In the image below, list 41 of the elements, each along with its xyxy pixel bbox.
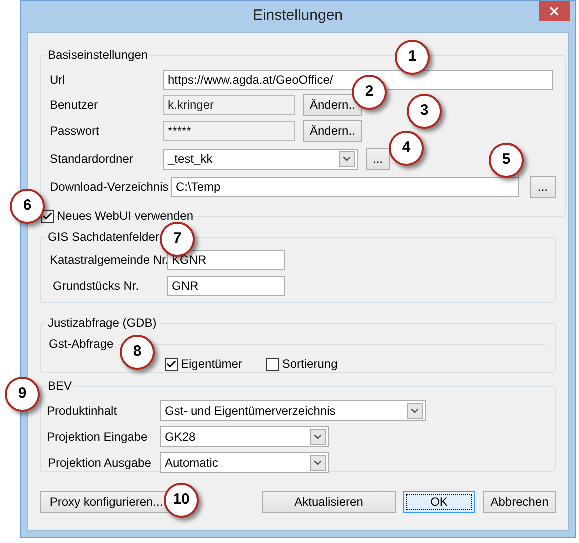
numbered-callout: 9 <box>5 377 40 412</box>
group-title: Justizabfrage (GDB) <box>48 316 157 330</box>
close-icon <box>548 4 561 18</box>
field-label: Download-Verzeichnis <box>50 179 170 196</box>
dropdown[interactable]: Gst- und Eigentümerverzeichnis <box>160 400 426 421</box>
dropdown[interactable]: Automatic <box>160 452 329 473</box>
text-field[interactable]: GNR <box>167 276 285 296</box>
field-label: Eigentümer <box>181 356 242 373</box>
field-label: Url <box>50 72 66 89</box>
button[interactable]: Aktualisieren <box>262 491 396 513</box>
text-field[interactable]: ***** <box>163 121 295 141</box>
checkbox[interactable] <box>266 358 280 370</box>
field-label: Benutzer <box>50 97 100 114</box>
close-button[interactable] <box>539 1 570 21</box>
dropdown[interactable]: _test_kk <box>163 148 358 170</box>
field-label: Passwort <box>50 123 100 140</box>
field-label: Gst-Abfrage <box>49 336 114 353</box>
button[interactable]: ... <box>366 148 390 170</box>
field-label: Neues WebUI verwenden <box>57 208 194 225</box>
group-title: BEV <box>48 379 72 393</box>
field-label: Projektion Eingabe <box>47 428 149 446</box>
button[interactable]: Ändern.. <box>303 120 362 142</box>
button[interactable]: Ändern.. <box>303 94 362 116</box>
button[interactable]: Abbrechen <box>483 491 556 513</box>
field-label: Standardordner <box>50 151 134 168</box>
text-field[interactable]: C:\Temp <box>171 177 519 197</box>
checkbox[interactable] <box>41 210 54 222</box>
group-title: Basiseinstellungen <box>48 48 148 62</box>
field-label: Grundstücks Nr. <box>52 278 140 295</box>
field-label: Sortierung <box>282 356 338 373</box>
group-title: GIS Sachdatenfelder <box>48 230 160 244</box>
text-field[interactable]: KGNR <box>167 250 285 270</box>
button[interactable]: ... <box>530 176 556 198</box>
field-label: Projektion Ausgabe <box>47 454 152 472</box>
field-label: Produktinhalt <box>47 402 118 420</box>
window-title: Einstellungen <box>252 6 344 26</box>
checkbox[interactable] <box>165 358 178 370</box>
dropdown[interactable]: GK28 <box>160 426 329 447</box>
text-field[interactable]: k.kringer <box>163 95 295 115</box>
numbered-callout: 6 <box>10 189 45 224</box>
ok-button[interactable]: OK <box>403 491 476 513</box>
